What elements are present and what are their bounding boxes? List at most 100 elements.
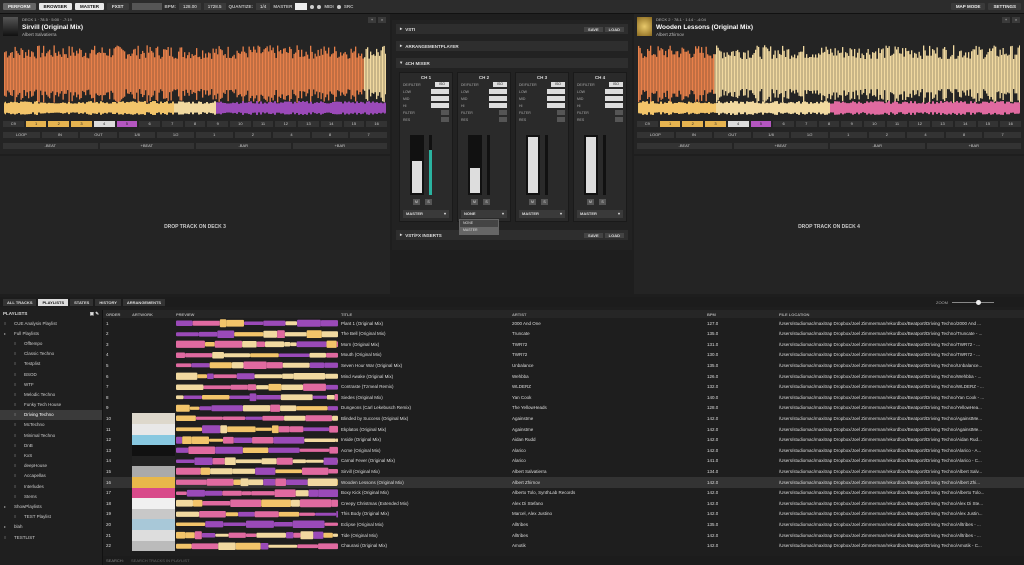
- track-preview[interactable]: [176, 340, 338, 349]
- col-order[interactable]: ORDER: [106, 312, 120, 317]
- playlist-item[interactable]: ≡ CUE Analysis Playlist: [0, 318, 102, 328]
- master-view-button[interactable]: MASTER: [75, 3, 104, 10]
- table-row[interactable]: 19 This Body (Original Mix) Marcel, Alex…: [103, 508, 1024, 520]
- deck-2-cue-button[interactable]: 5: [750, 121, 772, 127]
- table-row[interactable]: 15 Sirvill (Original Mix) Albert Salvati…: [103, 466, 1024, 477]
- deck-1-beat-button[interactable]: -BAR: [196, 143, 291, 149]
- deck-1-cue-button[interactable]: 16: [366, 121, 387, 127]
- deck-4[interactable]: DROP TRACK ON DECK 4: [634, 156, 1024, 294]
- deck-1-loop-button[interactable]: LOOP: [3, 132, 40, 138]
- deck-2-cue-button[interactable]: C9: [637, 121, 658, 127]
- add-playlist-icon[interactable]: ✎: [95, 311, 99, 316]
- filter-select[interactable]: ISO: [493, 82, 507, 87]
- deck-4-drop-zone[interactable]: DROP TRACK ON DECK 4: [634, 224, 1024, 230]
- vstfx-save-button[interactable]: SAVE: [584, 232, 603, 238]
- deck-2-cue-button[interactable]: 1: [659, 121, 681, 127]
- playlist-item[interactable]: ≡ TEST Playlist: [0, 512, 102, 522]
- table-row[interactable]: 20 Eclipse (Original Mix) Alltribes 135.…: [103, 519, 1024, 530]
- route-select[interactable]: MASTER ▾: [403, 210, 449, 218]
- mute-button[interactable]: M: [529, 199, 536, 205]
- deck-2-cue-button[interactable]: 9: [841, 121, 863, 127]
- master-volume-swatch[interactable]: [295, 3, 308, 10]
- playlist-item[interactable]: ≡ Melodic Techno: [0, 389, 102, 399]
- monitor-icon[interactable]: [317, 4, 322, 9]
- eq-knob[interactable]: [441, 117, 449, 122]
- pitch-value[interactable]: 1728.5: [203, 3, 226, 10]
- playlist-item[interactable]: ▸ ShowPlaylists: [0, 501, 102, 511]
- deck-2-loop-button[interactable]: IN: [675, 132, 713, 138]
- col-title[interactable]: TITLE: [341, 312, 352, 317]
- zoom-control[interactable]: ZOOM: [936, 300, 994, 305]
- playlist-item[interactable]: ≡ KxS: [0, 450, 102, 460]
- filter-select[interactable]: ISO: [435, 82, 449, 87]
- deck-1-cue-button[interactable]: 14: [320, 121, 342, 127]
- track-preview[interactable]: [176, 425, 338, 434]
- eq-knob[interactable]: [615, 117, 623, 122]
- playlist-item[interactable]: ≡ TESTLIST: [0, 532, 102, 542]
- table-row[interactable]: 14 Carnal Fever (Original Mix) Alarico 1…: [103, 455, 1024, 467]
- vstfx-load-button[interactable]: LOAD: [604, 232, 624, 238]
- deck-1-overview[interactable]: [4, 101, 386, 115]
- track-preview[interactable]: [176, 361, 338, 370]
- route-dropdown[interactable]: NONE MASTER: [459, 219, 499, 235]
- vstfx-header[interactable]: ▸ VST/FX INSERTS SAVE LOAD: [396, 230, 628, 240]
- deck-1-cue-button[interactable]: 6: [139, 121, 160, 127]
- col-artwork[interactable]: ARTWORK: [132, 312, 153, 317]
- table-row[interactable]: 21 Tide (Original Mix) Alltribes 142.0 /…: [103, 530, 1024, 541]
- midi-label[interactable]: MIDI: [324, 4, 334, 9]
- playlist-item[interactable]: ≡ Offtempo: [0, 338, 102, 348]
- deck-2-cue-button[interactable]: 10: [864, 121, 885, 127]
- channel-fader[interactable]: [526, 135, 540, 195]
- deck-2-cue-button[interactable]: 16: [1000, 121, 1021, 127]
- playlist-item[interactable]: ≡ BSOD: [0, 369, 102, 379]
- table-row[interactable]: 22 Chaurasi (Original Mix) Amotik 142.0 …: [103, 540, 1024, 552]
- crossfader-slot[interactable]: [131, 3, 162, 10]
- eq-knob[interactable]: [431, 89, 449, 94]
- eq-knob[interactable]: [615, 110, 623, 115]
- eq-knob[interactable]: [605, 103, 623, 108]
- playlist-item[interactable]: ≡ WTF: [0, 379, 102, 389]
- browser-button[interactable]: BROWSER: [38, 3, 72, 10]
- browser-tab-all-tracks[interactable]: ALL TRACKS: [3, 298, 37, 306]
- track-preview[interactable]: [176, 393, 338, 402]
- eq-knob[interactable]: [431, 103, 449, 108]
- settings-button[interactable]: SETTINGS: [988, 3, 1021, 10]
- track-preview[interactable]: [176, 499, 338, 508]
- deck-1-waveform[interactable]: [4, 44, 386, 104]
- playlist-item[interactable]: ≡ Stems: [0, 491, 102, 501]
- table-row[interactable]: 9 Dungeons (Carl Lekebusch Remix) The Ye…: [103, 403, 1024, 414]
- record-icon[interactable]: [310, 4, 315, 9]
- deck-1-loop-button[interactable]: 7: [350, 132, 387, 138]
- table-row[interactable]: 2 The Bell (Original Mix) Truncate 135.0…: [103, 329, 1024, 340]
- deck-1-loop-button[interactable]: OUT: [80, 132, 117, 138]
- deck-2-beat-button[interactable]: +BAR: [926, 143, 1021, 149]
- col-location[interactable]: FILE LOCATION: [779, 312, 809, 317]
- track-preview[interactable]: [176, 467, 338, 476]
- deck-2-eject-icon[interactable]: ×: [1012, 17, 1020, 23]
- track-preview[interactable]: [176, 329, 338, 339]
- table-row[interactable]: 17 Boxy Kick (Original Mix) Alberto Tolo…: [103, 487, 1024, 499]
- eq-knob[interactable]: [605, 89, 623, 94]
- track-preview[interactable]: [176, 404, 338, 413]
- deck-2-beat-button[interactable]: +BEAT: [733, 143, 828, 149]
- deck-1-sync-icon[interactable]: +: [368, 17, 376, 23]
- playlist-item[interactable]: ≡ Interludes: [0, 481, 102, 491]
- deck-1-cue-button[interactable]: 1: [25, 121, 47, 127]
- route-option-master[interactable]: MASTER: [460, 227, 498, 234]
- mute-button[interactable]: M: [413, 199, 420, 205]
- deck-1-cue-button[interactable]: 13: [298, 121, 319, 127]
- channel-fader[interactable]: [468, 135, 482, 195]
- filter-select[interactable]: ISO: [551, 82, 565, 87]
- vsti-load-button[interactable]: LOAD: [604, 26, 624, 32]
- src-label[interactable]: SRC: [344, 4, 354, 9]
- browser-tab-arrangements[interactable]: ARRANGEMENTS: [122, 298, 166, 306]
- track-preview[interactable]: [176, 383, 338, 392]
- table-row[interactable]: 13 Acme (Original Mix) Alarico 142.0 /Us…: [103, 445, 1024, 456]
- solo-button[interactable]: S: [599, 199, 606, 205]
- deck-1-cue-button[interactable]: 9: [207, 121, 229, 127]
- deck-1-cue-button[interactable]: 5: [116, 121, 138, 127]
- playlist-item[interactable]: ≡ Driving Techno: [0, 409, 102, 420]
- fxst-button[interactable]: FXST: [107, 3, 129, 10]
- zoom-knob[interactable]: [976, 300, 981, 305]
- deck-2-loop-button[interactable]: 4: [907, 132, 944, 138]
